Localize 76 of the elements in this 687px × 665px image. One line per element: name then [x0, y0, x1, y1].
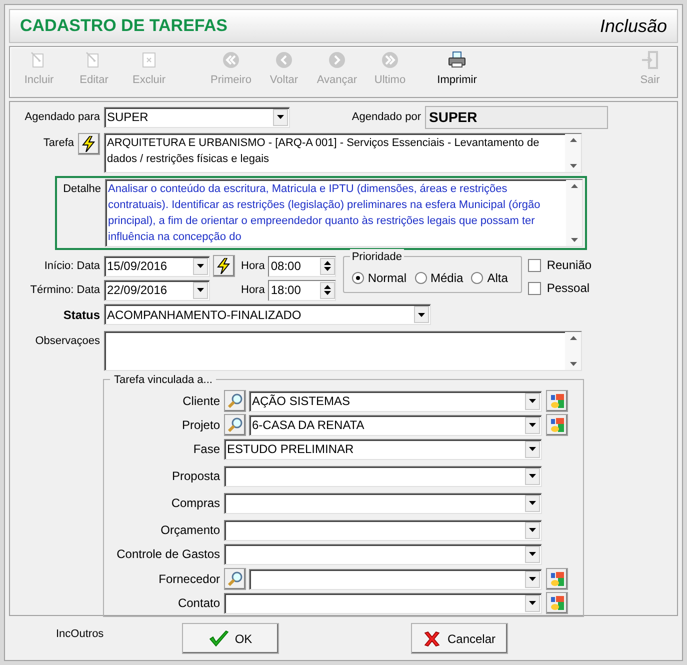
time-spinner[interactable]: 18:00 [268, 280, 336, 300]
field-label: Hora [241, 258, 266, 274]
radio-option[interactable]: Normal [352, 268, 407, 286]
field-label: Fase [192, 441, 221, 458]
dropdown-field[interactable] [224, 466, 542, 486]
dropdown-field[interactable] [224, 544, 542, 564]
dropdown-field[interactable] [224, 520, 542, 540]
field-label: Projeto [180, 417, 221, 434]
field-label: Agendado por [350, 110, 422, 125]
dropdown-field[interactable]: ESTUDO PRELIMINAR [224, 438, 542, 460]
spinner-arrows-icon[interactable] [320, 258, 335, 274]
field-label: Início: Data [43, 258, 101, 274]
field-label: Observaçoes [34, 334, 101, 349]
mode-label: Inclusão [600, 14, 667, 38]
agendado-para-dropdown[interactable]: SUPER [104, 106, 290, 128]
dropdown-field[interactable] [249, 568, 542, 590]
radio-option[interactable]: Alta [471, 268, 508, 286]
status-dropdown[interactable]: ACOMPANHAMENTO-FINALIZADO [104, 304, 431, 325]
x-icon [423, 630, 442, 648]
window-title: CADASTRO DE TAREFAS [20, 15, 228, 38]
search-button[interactable] [224, 568, 246, 590]
detalhe-textarea[interactable] [105, 179, 583, 247]
checkbox[interactable]: Reunião [528, 256, 592, 274]
field-label: Detalhe [62, 182, 102, 197]
dropdown-field[interactable]: 6-CASA DA RENATA [249, 414, 542, 436]
scrollbar[interactable] [565, 332, 581, 370]
field-label: Fornecedor [158, 571, 221, 588]
footer-note: IncOutros [56, 627, 104, 642]
scroll-down-arrow-icon[interactable] [570, 238, 578, 242]
field-label: Hora [241, 282, 266, 298]
tarefa-textarea[interactable]: ARQUITETURA E URBANISMO - [ARQ-A 001] - Serviços Essenciais - Levantamento de dados / restrições físicas e legais [104, 133, 582, 173]
date-dropdown[interactable]: 15/09/2016 [104, 256, 210, 276]
field-label: Cliente [182, 393, 221, 410]
radio-option[interactable]: Média [414, 268, 464, 286]
scrollbar[interactable] [566, 180, 582, 246]
date-dropdown[interactable]: 22/09/2016 [104, 280, 210, 300]
text-content: Analisar o conteúdo da escritura, Matricula e IPTU (dimensões, áreas e restrições contratuais). Identificar as restrições (legislação) preliminares na esfera Municipal (órgão principal), a fim de orientar o empreendedor quanto às restrições legais que possam ter influência na concepção do [107, 182, 542, 245]
scrollbar[interactable] [565, 134, 581, 172]
observacoes-textarea[interactable] [104, 331, 582, 371]
field-label: Orçamento [160, 522, 221, 539]
field-label: Status [62, 306, 101, 324]
dropdown-field[interactable] [224, 492, 542, 514]
field-label: Agendado para [24, 110, 101, 125]
field-label: Proposta [170, 468, 221, 485]
page-x-icon [140, 51, 158, 69]
checkmark-icon [208, 630, 229, 648]
cancel-button[interactable]: Cancelar [411, 623, 508, 654]
field-label: Controle de Gastos [116, 546, 221, 563]
map-button[interactable] [546, 568, 568, 590]
field-label: Contato [176, 595, 221, 612]
time-spinner[interactable]: 08:00 [268, 256, 336, 276]
scroll-up-arrow-icon[interactable] [570, 184, 578, 188]
search-button[interactable] [224, 414, 246, 436]
toolbar-button[interactable]: Imprimir [429, 51, 485, 93]
map-button[interactable] [546, 592, 568, 614]
checkbox[interactable]: Pessoal [528, 279, 592, 297]
dropdown-field[interactable] [224, 592, 542, 614]
lightning-button[interactable] [213, 255, 235, 277]
spinner-arrows-icon[interactable] [320, 282, 335, 298]
field-label: Tarefa [42, 136, 75, 151]
scroll-up-arrow-icon[interactable] [570, 336, 576, 340]
field-label: Término: Data [29, 282, 101, 298]
text-content: ARQUITETURA E URBANISMO - [ARQ-A 001] - Serviços Essenciais - Levantamento de dados / restrições físicas e legais [106, 136, 540, 167]
exit-door-icon [641, 51, 659, 69]
dropdown-field[interactable]: AÇÃO SISTEMAS [249, 390, 542, 412]
search-button[interactable] [224, 390, 246, 412]
scroll-down-arrow-icon[interactable] [570, 164, 576, 168]
printer-icon [448, 51, 466, 69]
scroll-down-arrow-icon[interactable] [570, 362, 576, 366]
agendado-por-field: SUPER [425, 106, 608, 128]
map-button[interactable] [546, 414, 568, 436]
ok-button[interactable]: OK [182, 623, 279, 654]
field-label: Compras [170, 495, 221, 512]
lightning-button[interactable] [78, 133, 100, 155]
map-button[interactable] [546, 390, 568, 412]
scroll-up-arrow-icon[interactable] [570, 138, 576, 142]
